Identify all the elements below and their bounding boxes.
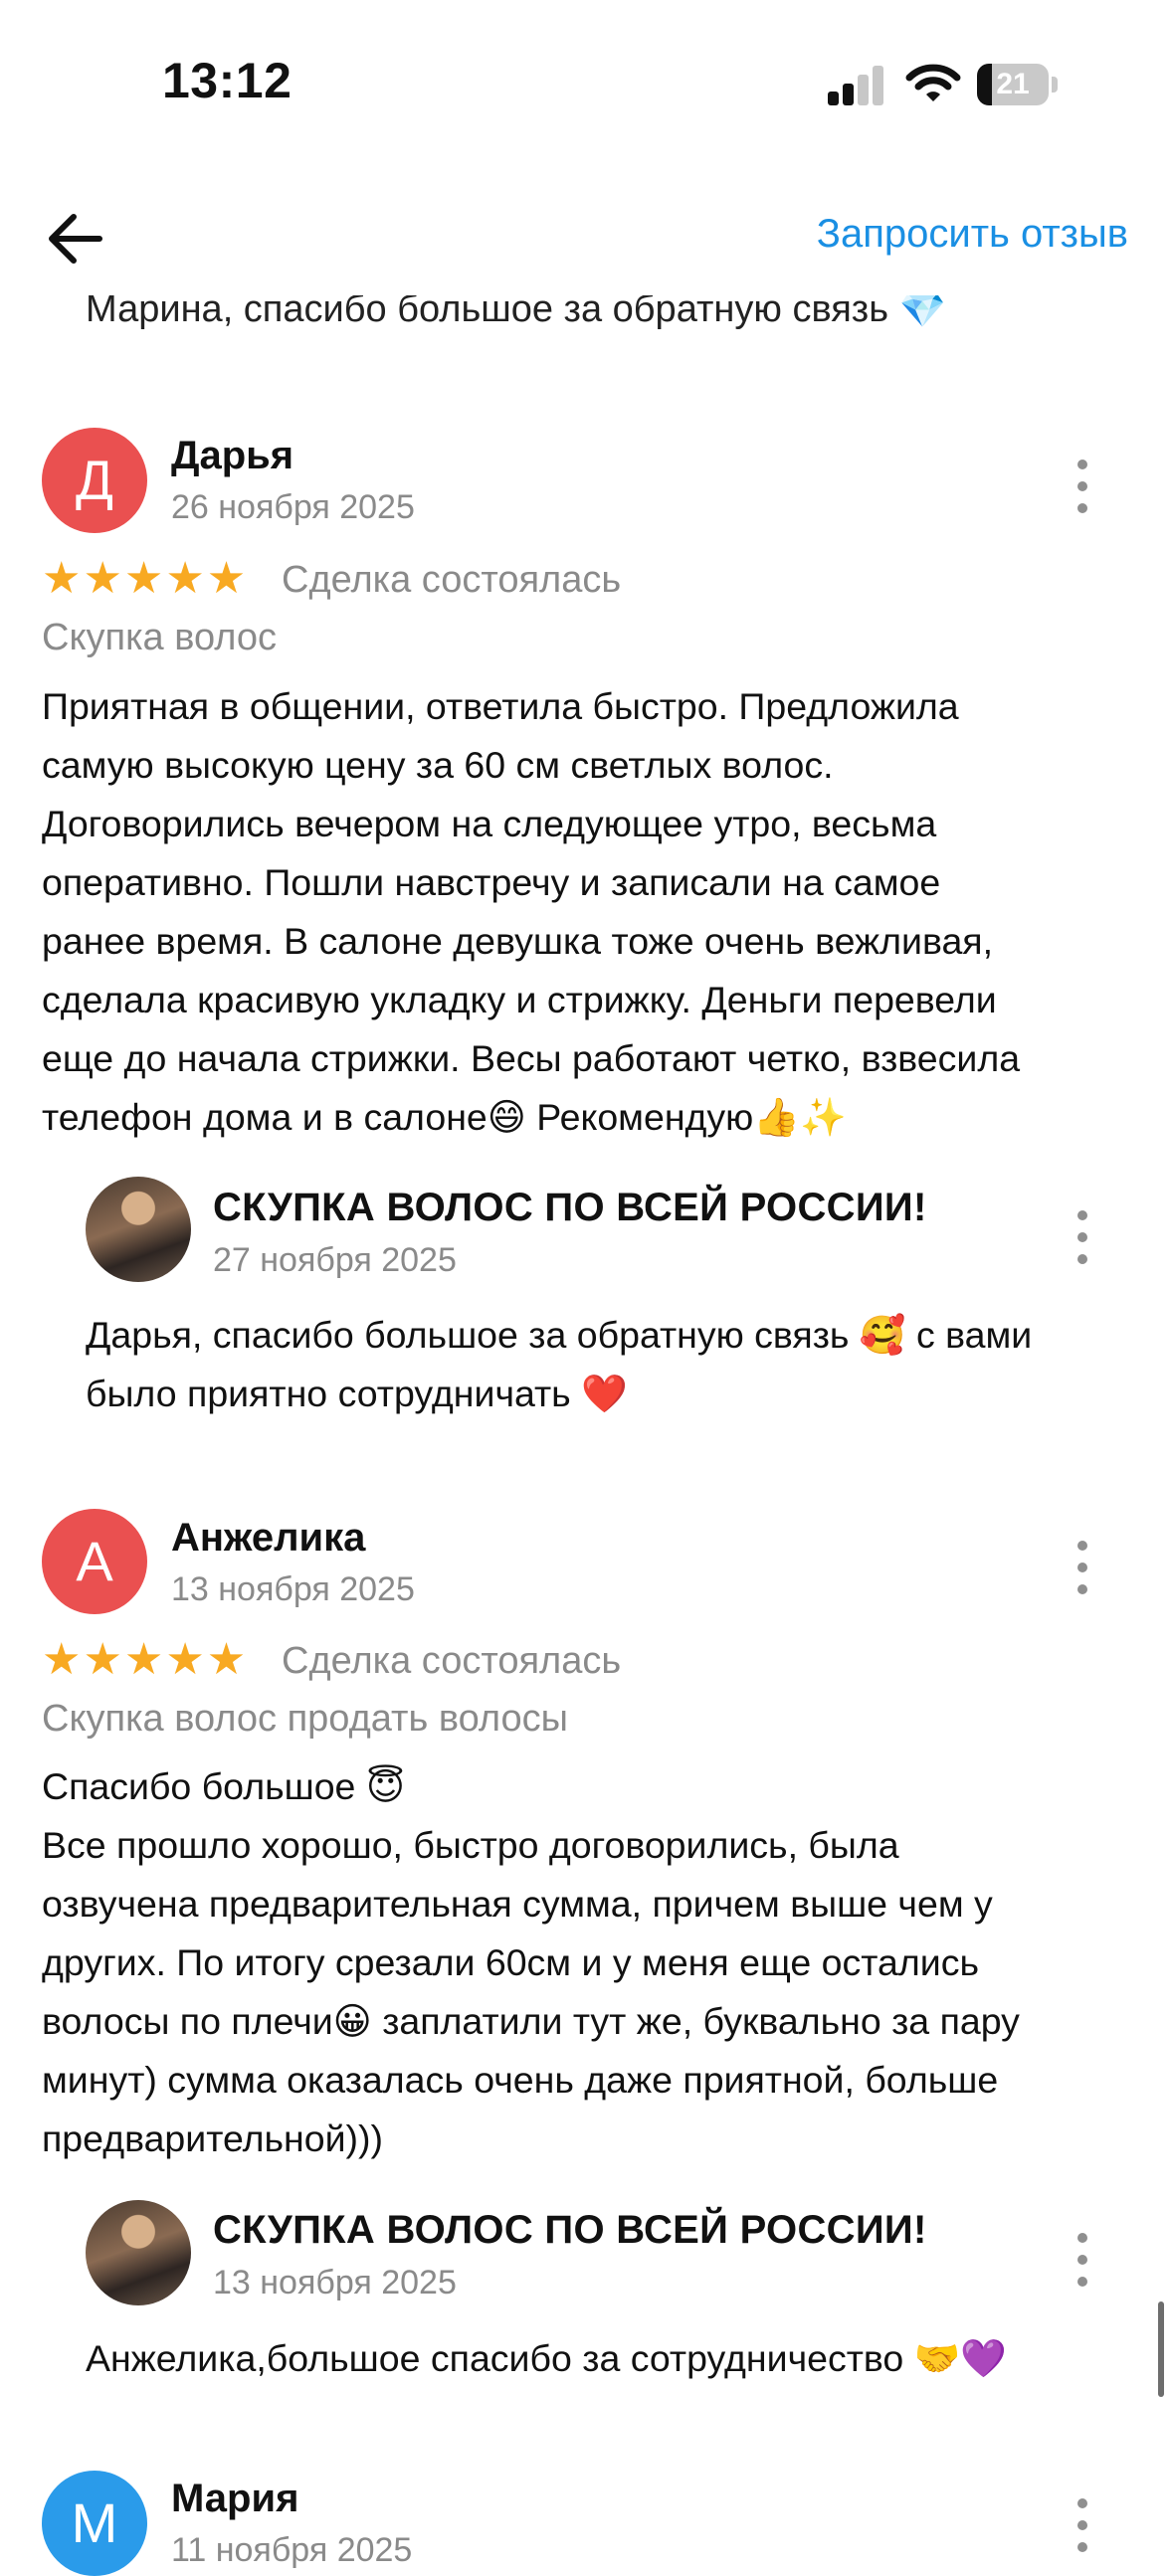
request-review-button[interactable]: Запросить отзыв — [817, 212, 1128, 257]
reply-date: 27 ноября 2025 — [213, 1241, 457, 1279]
service-name: Скупка волос — [42, 617, 278, 658]
deal-status: Сделка состоялась — [282, 559, 622, 601]
deal-status: Сделка состоялась — [282, 1640, 622, 1682]
service-name: Скупка волос продать волосы — [42, 1698, 568, 1740]
more-options-icon[interactable] — [1075, 2498, 1089, 2556]
more-options-icon[interactable] — [1075, 1210, 1089, 1268]
wifi-icon — [905, 64, 961, 101]
review-date: 26 ноября 2025 — [171, 488, 415, 526]
review-date: 13 ноября 2025 — [171, 1570, 415, 1608]
avatar: М — [42, 2471, 147, 2576]
rating-stars: ★★★★★ — [42, 1635, 249, 1684]
scrollbar[interactable] — [1158, 2301, 1164, 2397]
review-date: 11 ноября 2025 — [171, 2531, 413, 2569]
battery-icon: 21 — [977, 64, 1059, 105]
more-options-icon[interactable] — [1075, 2233, 1089, 2291]
previous-reply-text: Марина, спасибо большое за обратную связ… — [86, 288, 946, 330]
more-options-icon[interactable] — [1075, 460, 1089, 517]
seller-name: СКУПКА ВОЛОС ПО ВСЕЙ РОССИИ! — [213, 1186, 927, 1229]
seller-avatar — [86, 1177, 191, 1282]
battery-level: 21 — [996, 68, 1030, 100]
reply-text: Анжелика,большое спасибо за сотрудничест… — [86, 2337, 1008, 2379]
back-arrow-icon[interactable] — [40, 209, 109, 269]
avatar: А — [42, 1509, 147, 1614]
more-options-icon[interactable] — [1075, 1541, 1089, 1598]
seller-avatar — [86, 2200, 191, 2305]
avatar: Д — [42, 428, 147, 533]
reviewer-name: Мария — [171, 2477, 299, 2520]
reply-date: 13 ноября 2025 — [213, 2264, 457, 2301]
reviewer-name: Анжелика — [171, 1516, 366, 1560]
rating-stars: ★★★★★ — [42, 554, 249, 603]
reviewer-name: Дарья — [171, 434, 294, 477]
cellular-signal-icon — [828, 66, 885, 105]
reply-text: Дарья, спасибо большое за обратную связь… — [86, 1314, 1033, 1414]
review-text: Приятная в общении, ответила быстро. Пре… — [42, 685, 1021, 1138]
status-time: 13:12 — [162, 53, 293, 108]
review-text: Спасибо большое 😇 Все прошло хорошо, быс… — [42, 1765, 1020, 2159]
seller-name: СКУПКА ВОЛОС ПО ВСЕЙ РОССИИ! — [213, 2208, 927, 2252]
